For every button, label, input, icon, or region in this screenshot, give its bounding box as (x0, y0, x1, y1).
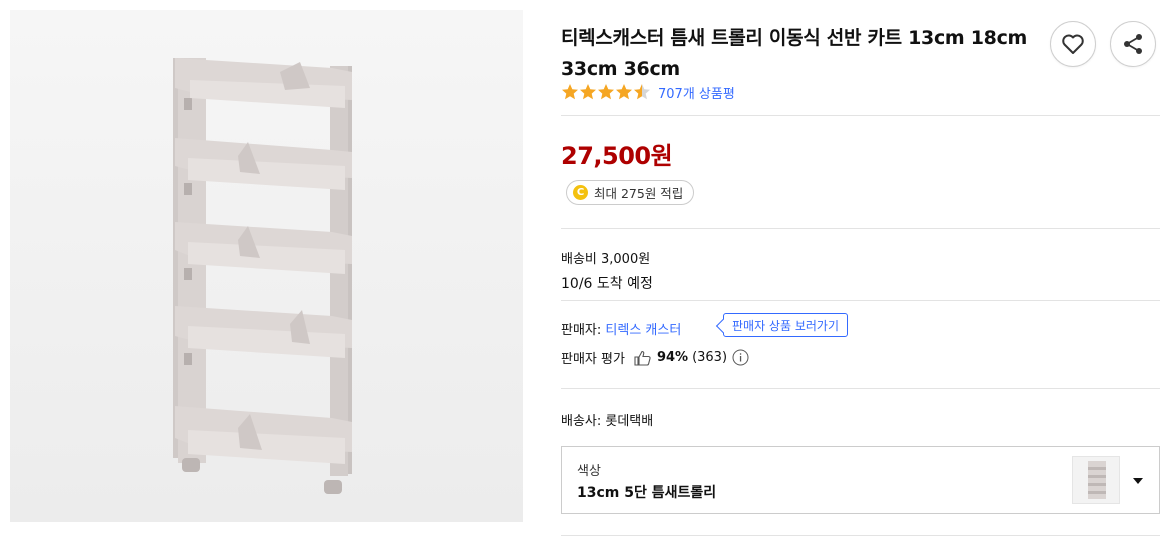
seller-rating-row: 판매자 평가 94% (363) (561, 348, 749, 367)
coupang-cash-icon: C (573, 185, 588, 200)
option-label: 색상 (577, 464, 601, 479)
seller-rating-count: (363) (692, 350, 728, 365)
option-thumbnail (1072, 456, 1120, 504)
seller-rating-percent: 94% (656, 350, 689, 365)
shipping-fee: 배송비 3,000원 (561, 252, 651, 267)
trolley-shelf-image (10, 10, 523, 522)
seller-name-link[interactable]: 티렉스 캐스터 (605, 323, 681, 338)
review-count-link[interactable]: 707개 상품평 (658, 83, 735, 102)
info-icon[interactable] (732, 349, 749, 366)
option-selected-value: 13cm 5단 틈새트롤리 (577, 485, 717, 501)
option-thumbnail-image (1088, 461, 1106, 499)
cash-reward-badge: C 최대 275원 적립 (566, 180, 695, 205)
seller-store-tooltip[interactable]: 판매자 상품 보러가기 (715, 313, 848, 337)
delivery-carrier: 배송사: 롯데택배 (561, 414, 654, 429)
chevron-down-icon[interactable] (1133, 478, 1143, 484)
divider (561, 115, 1160, 116)
product-title: 티렉스캐스터 틈새 트롤리 이동식 선반 카트 13cm 18cm 33cm 3… (561, 27, 1028, 80)
divider (561, 535, 1160, 536)
heart-icon (1062, 34, 1084, 54)
product-image[interactable] (10, 10, 523, 522)
option-select[interactable]: 색상 13cm 5단 틈새트롤리 (561, 446, 1160, 514)
star-rating-icon (562, 84, 650, 100)
product-price: 27,500원 (561, 142, 673, 170)
seller-row: 판매자: 티렉스 캐스터 (561, 319, 681, 338)
tooltip-arrow (715, 318, 731, 334)
thumbs-up-icon (634, 350, 651, 366)
rating-stars (561, 83, 653, 101)
seller-rating-label: 판매자 평가 (561, 352, 625, 367)
share-icon (1124, 34, 1142, 54)
seller-label: 판매자: (561, 323, 606, 338)
share-button[interactable] (1110, 21, 1156, 67)
divider (561, 300, 1160, 301)
divider (561, 228, 1160, 229)
cash-reward-text: 최대 275원 적립 (594, 186, 684, 201)
product-rating[interactable]: 707개 상품평 (561, 82, 735, 102)
wishlist-button[interactable] (1050, 21, 1096, 67)
product-info-panel: 티렉스캐스터 틈새 트롤리 이동식 선반 카트 13cm 18cm 33cm 3… (561, 0, 1160, 537)
divider (561, 388, 1160, 389)
seller-store-link[interactable]: 판매자 상품 보러가기 (732, 317, 839, 334)
arrival-date: 10/6 도착 예정 (561, 276, 653, 292)
